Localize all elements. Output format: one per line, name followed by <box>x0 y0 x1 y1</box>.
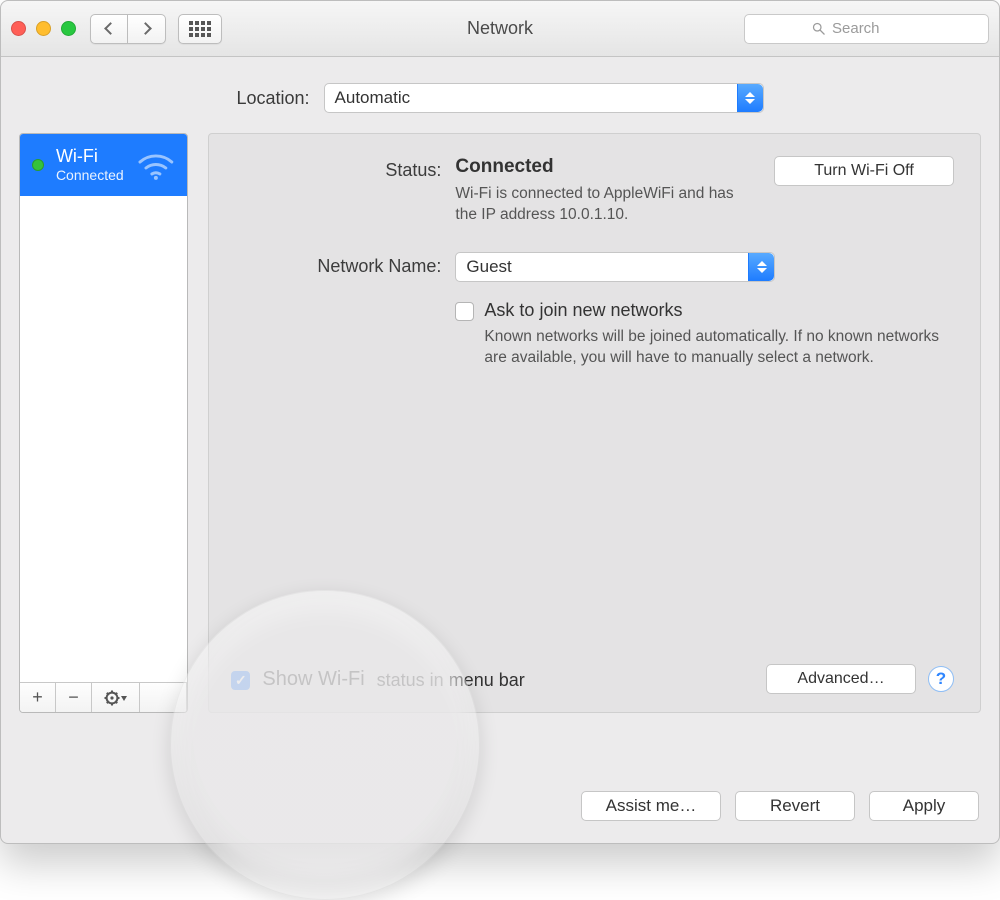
bottom-bar: Assist me… Revert Apply <box>1 775 999 843</box>
minimize-window[interactable] <box>36 21 51 36</box>
network-name-label: Network Name: <box>235 252 455 277</box>
main-content: Wi-Fi Connected + − <box>1 133 999 775</box>
service-actions-button[interactable] <box>92 683 140 712</box>
grid-icon <box>189 21 211 37</box>
network-name-row: Network Name: Guest Ask to join new netw… <box>235 252 954 369</box>
popup-arrows-icon <box>737 84 763 112</box>
assist-me-label: Assist me… <box>606 796 697 816</box>
zoom-window[interactable] <box>61 21 76 36</box>
sidebar-footer: + − <box>20 682 187 712</box>
service-list[interactable]: Wi-Fi Connected <box>20 134 187 682</box>
advanced-button[interactable]: Advanced… <box>766 664 916 694</box>
wifi-icon <box>136 150 176 180</box>
show-in-menubar-checkbox[interactable]: ✓ <box>231 671 250 690</box>
apply-label: Apply <box>903 796 946 816</box>
ask-to-join-row: Ask to join new networks Known networks … <box>455 300 954 369</box>
turn-wifi-off-label: Turn Wi-Fi Off <box>814 162 914 180</box>
chevron-left-icon <box>104 22 117 35</box>
ask-to-join-checkbox[interactable] <box>455 302 474 321</box>
close-window[interactable] <box>11 21 26 36</box>
search-field[interactable] <box>744 14 989 44</box>
location-row: Location: Automatic <box>1 57 999 133</box>
network-preferences-window: Network Location: Automatic <box>0 0 1000 844</box>
ask-to-join-description: Known networks will be joined automatica… <box>484 327 954 369</box>
gear-icon <box>104 690 128 706</box>
titlebar: Network <box>1 1 999 57</box>
advanced-label: Advanced… <box>797 670 884 688</box>
services-sidebar: Wi-Fi Connected + − <box>19 133 188 713</box>
show-in-menubar-row: ✓ Show Wi-Fi status in menu bar Advanced… <box>231 664 954 694</box>
detail-panel: Turn Wi-Fi Off Status: Connected Wi-Fi i… <box>208 133 981 713</box>
sidebar-footer-spacer <box>140 683 187 712</box>
help-button[interactable]: ? <box>928 666 954 692</box>
status-description: Wi-Fi is connected to AppleWiFi and has … <box>455 184 954 226</box>
remove-service-button[interactable]: − <box>56 683 92 712</box>
search-input[interactable] <box>832 20 922 37</box>
network-name-value: Guest <box>466 257 511 277</box>
plus-icon: + <box>32 687 43 708</box>
service-text: Wi-Fi Connected <box>56 147 124 183</box>
show-in-menubar-label-b: status in menu bar <box>377 670 525 691</box>
apply-button[interactable]: Apply <box>869 791 979 821</box>
chevron-right-icon <box>139 22 152 35</box>
location-label: Location: <box>236 88 309 109</box>
show-in-menubar-label-a: Show Wi-Fi <box>262 668 364 691</box>
service-status: Connected <box>56 167 124 183</box>
status-label: Status: <box>235 156 455 181</box>
check-icon: ✓ <box>235 672 247 689</box>
show-all-preferences-button[interactable] <box>178 14 222 44</box>
forward-button[interactable] <box>128 14 166 44</box>
back-button[interactable] <box>90 14 128 44</box>
minus-icon: − <box>68 687 79 708</box>
location-popup[interactable]: Automatic <box>324 83 764 113</box>
assist-me-button[interactable]: Assist me… <box>581 791 721 821</box>
status-dot-icon <box>32 159 44 171</box>
window-controls <box>11 21 76 36</box>
add-service-button[interactable]: + <box>20 683 56 712</box>
revert-button[interactable]: Revert <box>735 791 855 821</box>
help-icon: ? <box>936 669 946 689</box>
nav-back-forward <box>90 14 166 44</box>
ask-to-join-label: Ask to join new networks <box>484 300 954 321</box>
location-value: Automatic <box>335 88 411 108</box>
service-wifi[interactable]: Wi-Fi Connected <box>20 134 187 196</box>
service-name: Wi-Fi <box>56 147 124 167</box>
turn-wifi-off-button[interactable]: Turn Wi-Fi Off <box>774 156 954 186</box>
search-icon <box>811 21 826 36</box>
network-name-popup[interactable]: Guest <box>455 252 775 282</box>
revert-label: Revert <box>770 796 820 816</box>
popup-arrows-icon <box>748 253 774 281</box>
